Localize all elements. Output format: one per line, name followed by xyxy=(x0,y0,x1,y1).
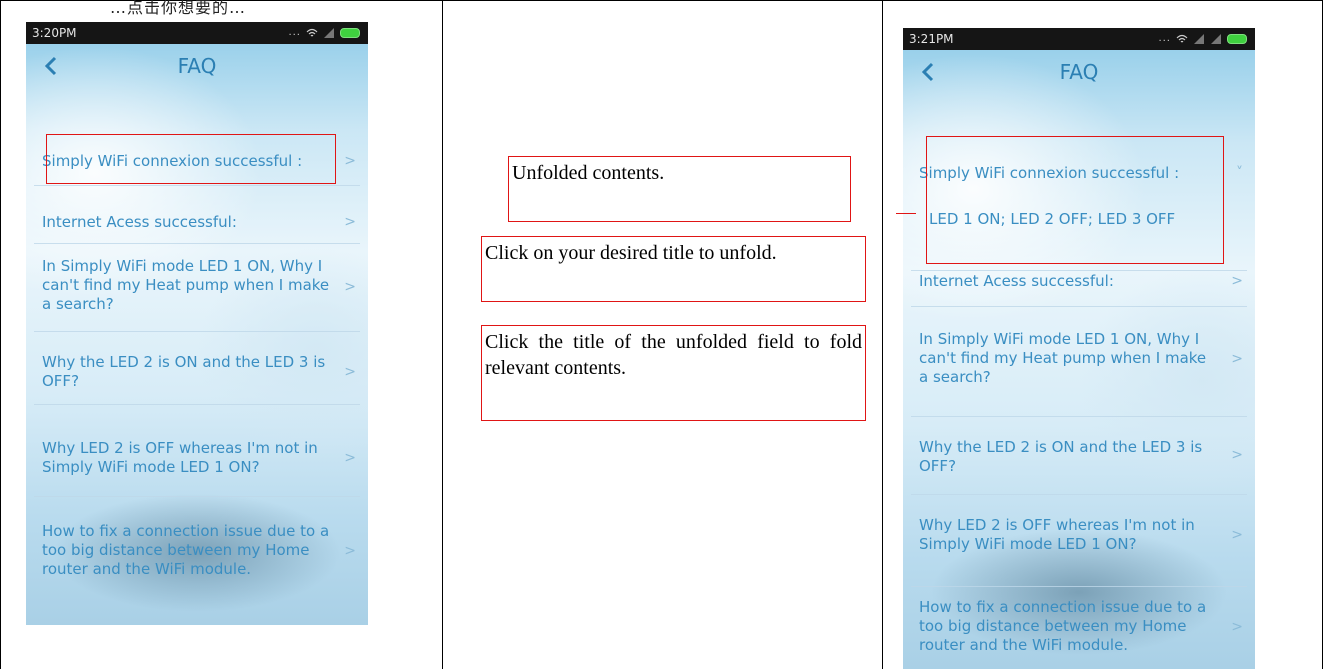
faq-item-label: Internet Acess successful: xyxy=(42,213,237,231)
faq-screenshot-expanded: 3:21PM ... FAQ Simply WiFi connexion suc… xyxy=(903,28,1255,669)
highlight-box-unfolded xyxy=(926,136,1224,264)
status-icons: ... xyxy=(288,22,360,44)
faq-item-label: Why the LED 2 is ON and the LED 3 is OFF… xyxy=(42,353,326,390)
wifi-icon xyxy=(1176,34,1188,43)
note-click-fold-text: Click the title of the unfolded field to… xyxy=(485,331,862,379)
signal-icon xyxy=(324,28,334,38)
faq-item-label: In Simply WiFi mode LED 1 ON, Why I can'… xyxy=(919,330,1207,386)
faq-item-heat-pump[interactable]: In Simply WiFi mode LED 1 ON, Why I can'… xyxy=(34,243,360,332)
faq-item-distance[interactable]: How to fix a connection issue due to a t… xyxy=(34,496,360,606)
faq-item-led2-off[interactable]: Why LED 2 is OFF whereas I'm not in Simp… xyxy=(911,494,1247,587)
chevron-right-icon: > xyxy=(344,364,356,380)
status-bar: 3:20PM ... xyxy=(26,22,368,44)
app-header: FAQ xyxy=(903,50,1255,102)
chevron-right-icon: > xyxy=(1231,351,1243,367)
header-fragment: …点击你想要的… xyxy=(110,0,247,17)
notification-dots: ... xyxy=(288,27,301,38)
faq-item-label: In Simply WiFi mode LED 1 ON, Why I can'… xyxy=(42,257,330,313)
faq-item-internet[interactable]: Internet Acess successful: > xyxy=(34,185,360,244)
faq-item-label: Why LED 2 is OFF whereas I'm not in Simp… xyxy=(42,439,318,476)
faq-item-label: Internet Acess successful: xyxy=(919,272,1114,290)
faq-item-led2-on[interactable]: Why the LED 2 is ON and the LED 3 is OFF… xyxy=(911,416,1247,495)
app-header: FAQ xyxy=(26,44,368,96)
wifi-icon xyxy=(306,28,318,37)
chevron-down-icon: ˅ xyxy=(1236,165,1243,181)
note-click-unfold-text: Click on your desired title to unfold. xyxy=(485,242,777,264)
signal-icon xyxy=(1194,34,1204,44)
chevron-right-icon: > xyxy=(1231,273,1243,289)
faq-item-led2-on[interactable]: Why the LED 2 is ON and the LED 3 is OFF… xyxy=(34,331,360,405)
status-time: 3:20PM xyxy=(32,26,77,40)
chevron-right-icon: > xyxy=(1231,447,1243,463)
highlight-box-title xyxy=(46,134,336,184)
notification-dots: ... xyxy=(1158,33,1171,44)
table-border-left xyxy=(0,0,1,669)
note-unfolded-text: Unfolded contents. xyxy=(512,162,665,184)
connector-line xyxy=(896,213,916,214)
faq-item-heat-pump[interactable]: In Simply WiFi mode LED 1 ON, Why I can'… xyxy=(911,306,1247,417)
faq-item-internet[interactable]: Internet Acess successful: > xyxy=(911,270,1247,307)
faq-item-label: Why LED 2 is OFF whereas I'm not in Simp… xyxy=(919,516,1195,553)
note-click-unfold: Click on your desired title to unfold. xyxy=(481,236,866,302)
chevron-right-icon: > xyxy=(344,450,356,466)
chevron-right-icon: > xyxy=(344,543,356,559)
status-icons: ... xyxy=(1158,28,1247,50)
page-title: FAQ xyxy=(1059,60,1099,84)
faq-item-distance[interactable]: How to fix a connection issue due to a t… xyxy=(911,586,1247,669)
note-click-fold: Click the title of the unfolded field to… xyxy=(481,325,866,421)
note-unfolded: Unfolded contents. xyxy=(508,156,851,222)
faq-screenshot-collapsed: 3:20PM ... FAQ Simply WiFi connexion suc… xyxy=(26,22,368,625)
status-time: 3:21PM xyxy=(909,32,954,46)
faq-item-label: How to fix a connection issue due to a t… xyxy=(919,598,1207,654)
faq-item-led2-off[interactable]: Why LED 2 is OFF whereas I'm not in Simp… xyxy=(34,404,360,497)
faq-item-label: How to fix a connection issue due to a t… xyxy=(42,522,330,578)
chevron-right-icon: > xyxy=(1231,527,1243,543)
chevron-right-icon: > xyxy=(1231,619,1243,635)
chevron-right-icon: > xyxy=(344,214,356,230)
faq-item-label: Why the LED 2 is ON and the LED 3 is OFF… xyxy=(919,438,1203,475)
chevron-right-icon: > xyxy=(344,279,356,295)
battery-icon xyxy=(1227,34,1247,44)
signal-icon-2 xyxy=(1211,34,1221,44)
status-bar: 3:21PM ... xyxy=(903,28,1255,50)
page-title: FAQ xyxy=(177,54,217,78)
table-divider-1 xyxy=(442,0,443,669)
chevron-right-icon: > xyxy=(344,153,356,169)
table-divider-2 xyxy=(882,0,883,669)
battery-icon xyxy=(340,28,360,38)
